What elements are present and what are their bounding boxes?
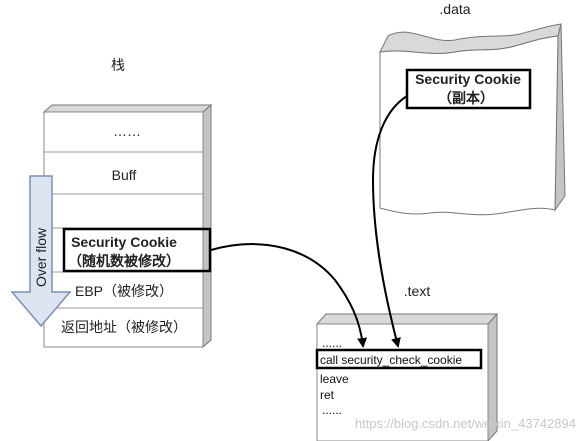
stack-cell-buff: Buff: [112, 167, 137, 183]
stack-title: 栈: [111, 57, 125, 73]
text-section-title: .text: [404, 283, 431, 299]
stack-cell-dots: ……: [113, 123, 141, 139]
stack-cookie-line1: Security Cookie: [71, 234, 177, 250]
text-line-dots-top: ......: [322, 336, 342, 350]
stack-cell-return-address: 返回地址（被修改）: [61, 319, 187, 335]
text-line-ret: ret: [320, 388, 335, 402]
text-line-dots-bottom: ......: [322, 403, 342, 417]
data-cookie-line1: Security Cookie: [415, 71, 521, 87]
overflow-label: Over flow: [33, 227, 49, 287]
data-section-title: .data: [439, 1, 470, 17]
stack-cell-ebp: EBP（被修改）: [75, 283, 173, 299]
text-line-call: call security_check_cookie: [320, 353, 462, 367]
stack-block: [42, 103, 213, 349]
diagram-canvas: 栈 Over flow …… Buff Security Cookie （随机数…: [10, 1, 576, 441]
stack-cookie-line2: （随机数被修改）: [68, 253, 180, 269]
watermark: https://blog.csdn.net/weixin_43742894: [355, 416, 576, 431]
data-cookie-line2: （副本）: [438, 90, 494, 106]
text-line-leave: leave: [320, 372, 349, 386]
data-section-block: Security Cookie （副本）: [379, 23, 566, 216]
